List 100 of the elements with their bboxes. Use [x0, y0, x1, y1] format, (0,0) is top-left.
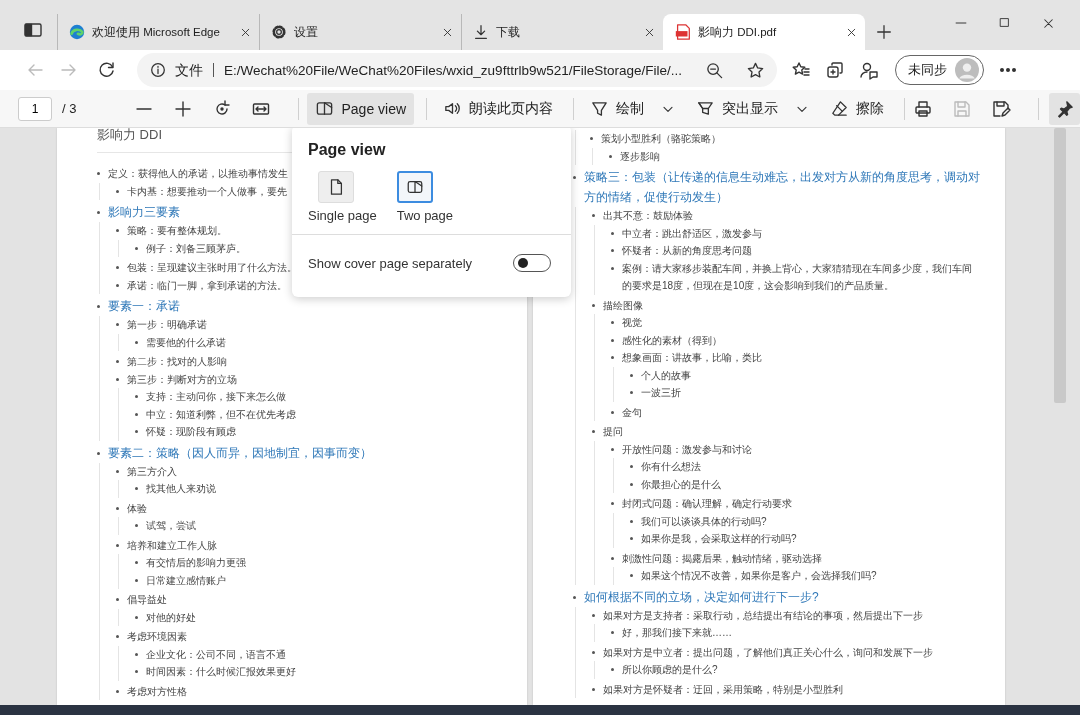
list-item-text: 个人的故事 [641, 368, 691, 383]
save-as-icon[interactable] [991, 98, 1012, 119]
bullet-icon [116, 360, 119, 363]
list-item-text: 封闭式问题：确认理解，确定行动要求 [622, 497, 792, 511]
bullet-icon [611, 249, 614, 252]
browser-tab[interactable]: 欢迎使用 Microsoft Edge [57, 14, 259, 50]
bullet-icon [116, 377, 119, 381]
page-number-field[interactable]: 1 [18, 96, 52, 121]
list-item-text: 描绘图像 [603, 298, 643, 313]
gear-icon [270, 23, 288, 41]
list-item-text: 怀疑者：从新的角度思考问题 [622, 244, 752, 258]
list-item-text: 承诺：临门一脚，拿到承诺的方法。 [127, 278, 287, 293]
bullet-icon [135, 561, 138, 564]
bullet-icon [630, 482, 633, 486]
list-item-text: 怀疑：现阶段有顾虑 [146, 425, 236, 439]
browser-logo-icon [68, 23, 86, 41]
list-item-text: 考虑环境因素 [127, 630, 187, 644]
bullet-icon [611, 556, 614, 560]
bullet-icon [135, 395, 138, 398]
list-item-text: 你有什么想法 [641, 460, 701, 474]
star-icon[interactable] [746, 60, 765, 80]
two-page-icon [315, 99, 335, 118]
bullet-icon [611, 338, 614, 342]
url-text: E:/Wechat%20File/WeChat%20Files/wxid_zu9fttrlb9w521/FileStorage/File/... [224, 62, 682, 78]
read-aloud-button[interactable]: 朗读此页内容 [435, 92, 562, 125]
page-count: / 3 [62, 101, 77, 116]
zoom-in-icon[interactable] [173, 98, 194, 119]
close-icon[interactable] [1041, 16, 1056, 31]
bullet-icon [97, 451, 100, 455]
zoom-out-icon[interactable] [705, 60, 724, 80]
avatar-icon [955, 58, 979, 82]
list-item-text: 第二步：找对的人影响 [127, 355, 227, 369]
list-item-text: 中立：知道利弊，但不在优先考虑 [146, 407, 296, 422]
scrollbar-thumb[interactable] [1054, 128, 1066, 403]
info-icon [149, 61, 167, 79]
collections-icon[interactable] [825, 60, 845, 80]
list-item-text: 试驾，尝试 [146, 519, 196, 533]
pen-icon [590, 99, 610, 118]
bullet-icon [630, 373, 633, 377]
bullet-icon [590, 137, 593, 140]
layout-option-button[interactable] [396, 171, 433, 203]
list-item-text: 例子：刘备三顾茅庐。 [146, 241, 246, 256]
download-icon [472, 23, 490, 41]
bullet-icon [135, 430, 138, 433]
pin-icon [1055, 99, 1074, 118]
erase-button[interactable]: 擦除 [822, 92, 893, 125]
maximize-icon[interactable] [998, 16, 1011, 29]
bullet-icon [116, 506, 119, 510]
browser-tab[interactable]: 设置 [259, 14, 461, 50]
bullet-icon [135, 652, 138, 656]
list-item-text: 你最担心的是什么 [641, 477, 721, 492]
bullet-icon [573, 595, 576, 599]
page-view-button[interactable]: Page view [307, 92, 415, 125]
list-item-text: 体验 [127, 501, 147, 516]
refresh-icon[interactable] [97, 60, 117, 80]
list-item-text: 培养和建立工作人脉 [127, 538, 217, 553]
bullet-icon [97, 305, 100, 308]
new-tab-icon[interactable] [875, 23, 893, 41]
bullet-icon [611, 266, 614, 270]
list-item-text: 第一步：明确承诺 [127, 318, 207, 332]
draw-button[interactable]: 绘制 [582, 92, 653, 125]
toggle-switch[interactable] [513, 254, 551, 272]
list-item-text: 如果这个情况不改善，如果你是客户，会选择我们吗? [641, 569, 877, 583]
list-item-text: 逐步影响 [620, 149, 660, 164]
list-item-text: 第三步：判断对方的立场 [127, 372, 237, 387]
bullet-icon [611, 668, 614, 671]
list-item-text: 策划小型胜利（骆驼策略） [601, 132, 721, 146]
list-item-text: 支持：主动问你，接下来怎么做 [146, 390, 286, 404]
list-item-text: 企业文化：公司不同，语言不通 [146, 647, 286, 662]
bullet-icon [611, 356, 614, 359]
tab-actions-icon[interactable] [23, 20, 43, 40]
bullet-icon [135, 246, 138, 250]
pdf-file-icon [674, 23, 692, 41]
list-item-text: 金句 [622, 405, 642, 420]
pin-button[interactable] [1049, 92, 1080, 125]
bullet-icon [630, 537, 633, 540]
bullet-icon [116, 635, 119, 638]
bullet-icon [611, 502, 614, 505]
bullet-icon [135, 524, 138, 527]
feedback-icon[interactable] [859, 60, 879, 80]
bullet-icon [611, 631, 614, 634]
sync-button[interactable]: 未同步 [895, 55, 984, 85]
eraser-icon [830, 99, 850, 118]
bullet-icon [573, 176, 576, 179]
bullet-icon [630, 574, 633, 577]
bullet-icon [116, 598, 119, 601]
address-field[interactable]: 文件 E:/Wechat%20File/WeChat%20Files/wxid_zu9fttrlb9w521/FileStorage/File/... [137, 53, 777, 87]
list-item-text: 找其他人来劝说 [146, 482, 216, 496]
bullet-icon [116, 689, 119, 693]
bullet-icon [592, 613, 595, 617]
list-item-text: 所以你顾虑的是什么? [622, 663, 718, 677]
bullet-icon [611, 231, 614, 235]
highlight-button[interactable]: 突出显示 [688, 92, 787, 125]
bullet-icon [135, 487, 138, 490]
list-item-text: 我们可以谈谈具体的行动吗? [641, 514, 767, 529]
print-icon[interactable] [913, 98, 934, 119]
list-item-text: 需要他的什么承诺 [146, 335, 226, 350]
list-item-text: 如果对方是支持者：采取行动，总结提出有结论的事项，然后提出下一步 [603, 608, 923, 623]
browser-tab[interactable]: 影响力 DDI.pdf [663, 14, 865, 50]
list-item-text: 案例：请大家移步装配车间，并换上背心，大家猜猜现在车间多少度，我们车间的要求是18度，但现在是10度，这会影响到我们的产品质量。 [622, 261, 973, 293]
